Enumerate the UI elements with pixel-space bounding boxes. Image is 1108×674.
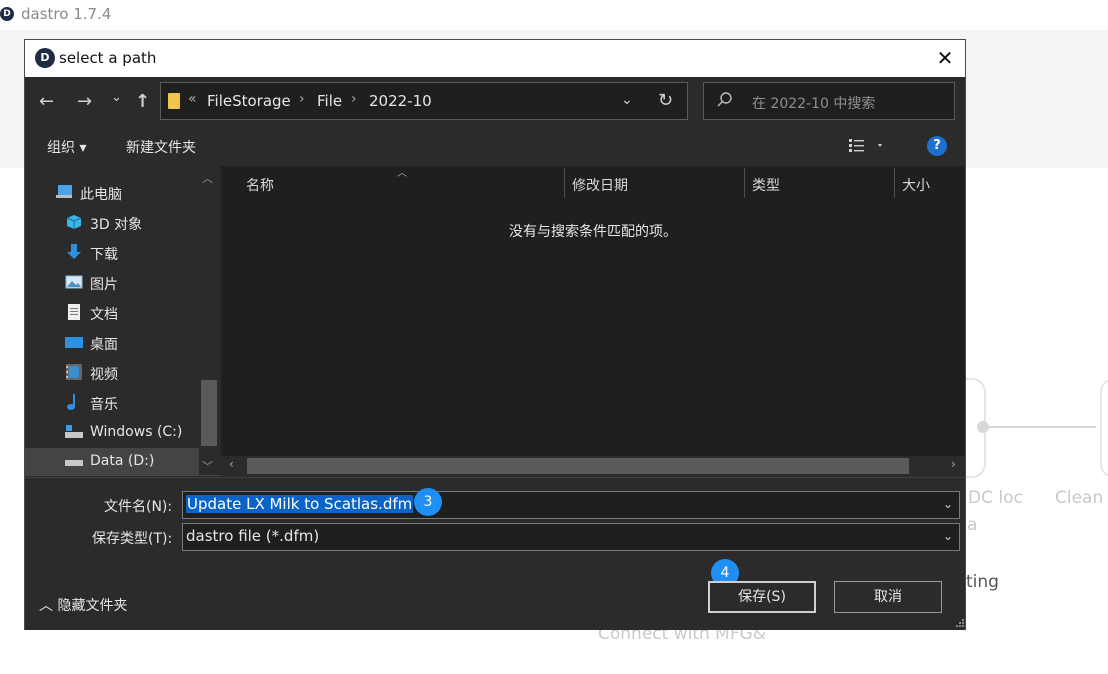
sidebar-item-label: 文档 bbox=[90, 307, 118, 323]
save-button[interactable]: 保存(S) bbox=[708, 581, 816, 613]
chevron-up-icon: ︿ bbox=[39, 598, 53, 614]
cube-icon bbox=[66, 215, 82, 229]
sidebar-item-drive-d[interactable]: Data (D:) bbox=[25, 448, 221, 476]
workflow-node-label: DC loc bbox=[968, 488, 1023, 508]
scroll-left-icon[interactable]: ‹ bbox=[229, 457, 234, 471]
scrollbar-thumb[interactable] bbox=[201, 380, 217, 446]
desktop-icon bbox=[65, 337, 83, 348]
sidebar-item-documents[interactable]: 文档 bbox=[65, 299, 215, 327]
app-logo-icon: D bbox=[0, 7, 14, 21]
help-icon[interactable]: ? bbox=[927, 136, 947, 156]
sidebar-item-music[interactable]: 音乐 bbox=[65, 389, 215, 417]
sidebar-item-label: 视频 bbox=[90, 367, 118, 383]
documents-icon bbox=[68, 304, 80, 320]
sidebar-item-label: 图片 bbox=[90, 277, 118, 293]
sidebar-item-drive-c[interactable]: Windows (C:) bbox=[65, 419, 215, 447]
computer-icon bbox=[56, 185, 72, 198]
sidebar-item-this-pc[interactable]: 此电脑 bbox=[55, 179, 205, 207]
column-header-name[interactable]: 名称 bbox=[246, 175, 274, 195]
column-divider[interactable] bbox=[744, 168, 745, 198]
scroll-up-icon[interactable]: ︿ bbox=[202, 170, 213, 186]
sidebar-item-desktop[interactable]: 桌面 bbox=[65, 329, 215, 357]
column-divider[interactable] bbox=[894, 168, 895, 198]
address-overflow[interactable]: « bbox=[188, 91, 197, 107]
view-options-icon[interactable] bbox=[849, 137, 883, 155]
step-badge: 3 bbox=[414, 488, 442, 516]
resize-grip-icon[interactable] bbox=[955, 618, 965, 628]
music-icon bbox=[67, 394, 75, 410]
filename-input[interactable]: Update LX Milk to Scatlas.dfm bbox=[186, 495, 414, 513]
breadcrumb-file[interactable]: File bbox=[317, 92, 342, 110]
dialog-title: select a path bbox=[59, 49, 157, 67]
chevron-down-icon[interactable]: ⌄ bbox=[621, 92, 633, 108]
app-titlebar: D dastro 1.7.4 bbox=[0, 0, 1108, 30]
refresh-icon[interactable]: ↻ bbox=[658, 90, 673, 111]
sidebar-scrollbar[interactable]: ︿ ﹀ bbox=[199, 166, 221, 475]
dastro-logo-icon: D bbox=[35, 48, 55, 68]
filetype-value: dastro file (*.dfm) bbox=[186, 527, 320, 545]
column-divider[interactable] bbox=[564, 168, 565, 198]
up-arrow-icon[interactable]: ↑ bbox=[135, 92, 150, 112]
sidebar-item-label: 此电脑 bbox=[80, 187, 122, 203]
hide-folders-label: 隐藏文件夹 bbox=[57, 598, 128, 614]
dialog-titlebar: D select a path ✕ bbox=[25, 40, 965, 77]
chevron-right-icon[interactable]: › bbox=[299, 91, 305, 107]
folder-icon bbox=[168, 93, 180, 109]
sort-ascending-icon: ︿ bbox=[397, 168, 407, 179]
scroll-right-icon[interactable]: › bbox=[951, 457, 956, 471]
filetype-select[interactable]: dastro file (*.dfm) ⌄ bbox=[182, 523, 960, 551]
cancel-button[interactable]: 取消 bbox=[834, 581, 942, 613]
file-list[interactable]: ︿ 名称 修改日期 类型 大小 没有与搜索条件匹配的项。 ‹ › bbox=[221, 166, 965, 476]
workflow-connector bbox=[986, 426, 1096, 428]
chevron-down-icon[interactable]: ⌄ bbox=[943, 529, 953, 543]
workflow-node bbox=[1100, 378, 1108, 478]
save-dialog: D select a path ✕ ← → ⌄ ↑ « FileStorage … bbox=[24, 39, 966, 630]
sidebar-item-label: Windows (C:) bbox=[90, 424, 183, 440]
workflow-node-label: Clean bbox=[1055, 488, 1104, 508]
breadcrumb-2022-10[interactable]: 2022-10 bbox=[369, 92, 432, 110]
new-folder-button[interactable]: 新建文件夹 bbox=[126, 137, 196, 157]
app-title: dastro 1.7.4 bbox=[21, 5, 112, 23]
sidebar-item-label: 下载 bbox=[90, 247, 118, 263]
filename-field[interactable]: Update LX Milk to Scatlas.dfm ⌄ bbox=[182, 491, 960, 519]
filetype-label: 保存类型(T): bbox=[92, 531, 173, 547]
scroll-down-icon[interactable]: ﹀ bbox=[202, 458, 213, 474]
download-icon bbox=[67, 244, 81, 259]
close-icon[interactable]: ✕ bbox=[931, 46, 959, 70]
sidebar-item-3d-objects[interactable]: 3D 对象 bbox=[65, 209, 215, 237]
chevron-down-icon[interactable]: ⌄ bbox=[943, 497, 953, 511]
sidebar-item-downloads[interactable]: 下载 bbox=[65, 239, 215, 267]
sidebar-item-label: 3D 对象 bbox=[90, 217, 143, 233]
empty-message: 没有与搜索条件匹配的项。 bbox=[509, 224, 677, 240]
chevron-right-icon[interactable]: › bbox=[351, 91, 357, 107]
pictures-icon bbox=[65, 275, 83, 289]
organize-menu[interactable]: 组织 ▾ bbox=[47, 137, 86, 157]
video-icon bbox=[66, 364, 82, 380]
drive-icon bbox=[65, 460, 83, 466]
recent-locations-icon[interactable]: ⌄ bbox=[111, 88, 122, 108]
sidebar-item-label: 音乐 bbox=[90, 397, 118, 413]
search-box[interactable]: 在 2022-10 中搜索 bbox=[703, 82, 955, 120]
back-arrow-icon[interactable]: ← bbox=[39, 92, 54, 112]
column-header-type[interactable]: 类型 bbox=[752, 175, 780, 195]
sidebar-item-videos[interactable]: 视频 bbox=[65, 359, 215, 387]
column-header-date[interactable]: 修改日期 bbox=[572, 175, 628, 195]
sidebar-item-pictures[interactable]: 图片 bbox=[65, 269, 215, 297]
sidebar-item-label: Data (D:) bbox=[90, 453, 155, 469]
address-bar[interactable]: « FileStorage › File › 2022-10 ⌄ ↻ bbox=[160, 82, 688, 120]
workflow-node-label: ting bbox=[966, 572, 999, 592]
search-icon bbox=[717, 92, 732, 107]
hide-folders-toggle[interactable]: ︿ 隐藏文件夹 bbox=[39, 595, 127, 615]
scrollbar-thumb[interactable] bbox=[247, 458, 909, 474]
workflow-node-label: a bbox=[967, 515, 978, 535]
sidebar-item-label: 桌面 bbox=[90, 337, 118, 353]
search-input[interactable]: 在 2022-10 中搜索 bbox=[752, 93, 875, 113]
navigation-pane: 此电脑 3D 对象 下载 图片 文档 桌面 视频 音乐 Windows (C:)… bbox=[25, 166, 221, 476]
breadcrumb-filestorage[interactable]: FileStorage bbox=[207, 92, 291, 110]
column-header-size[interactable]: 大小 bbox=[902, 175, 930, 195]
drive-icon bbox=[65, 425, 83, 438]
horizontal-scrollbar[interactable]: ‹ › bbox=[221, 456, 965, 476]
filename-label: 文件名(N): bbox=[104, 499, 173, 515]
forward-arrow-icon[interactable]: → bbox=[77, 92, 92, 112]
